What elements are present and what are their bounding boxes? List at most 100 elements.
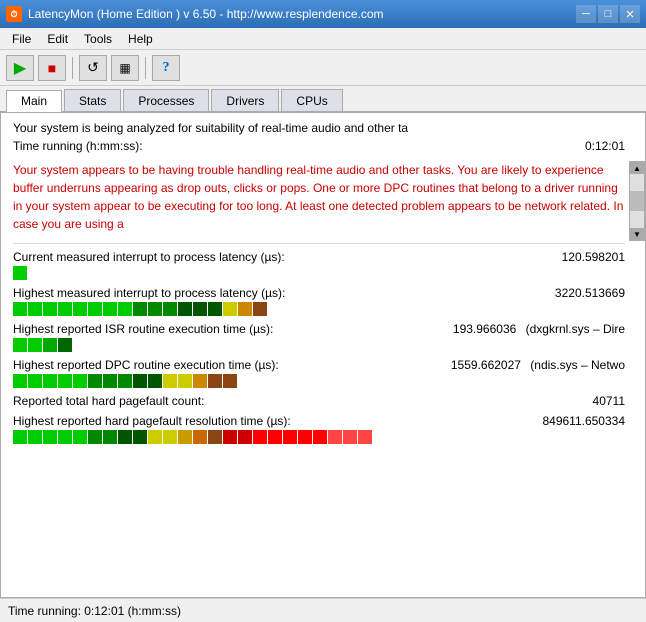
stop-button[interactable]: ■ xyxy=(38,55,66,81)
bar-seg xyxy=(148,302,162,316)
bar-seg xyxy=(193,374,207,388)
bar-seg xyxy=(238,430,252,444)
bar-seg xyxy=(13,430,27,444)
bar-seg xyxy=(118,302,132,316)
bar-seg xyxy=(283,430,297,444)
bar-seg xyxy=(163,374,177,388)
toolbar: ▶ ■ ↺ ▦ ? xyxy=(0,50,646,86)
bar-seg xyxy=(13,338,27,352)
metric-4-extra: (ndis.sys – Netwo xyxy=(527,358,625,372)
scrollbar[interactable]: ▲ ▼ xyxy=(629,161,645,241)
title-bar-controls: ─ □ ✕ xyxy=(576,5,640,23)
minimize-button[interactable]: ─ xyxy=(576,5,596,23)
metric-6-bar xyxy=(13,430,625,444)
bar-seg xyxy=(118,374,132,388)
tab-bar: Main Stats Processes Drivers CPUs xyxy=(0,86,646,112)
tab-drivers[interactable]: Drivers xyxy=(211,89,279,111)
metric-5-value: 40711 xyxy=(593,394,625,408)
menu-help[interactable]: Help xyxy=(120,30,161,47)
metric-5-label: Reported total hard pagefault count: xyxy=(13,394,583,408)
bar-seg xyxy=(58,430,72,444)
bar-seg xyxy=(313,430,327,444)
bar-seg xyxy=(28,338,42,352)
bar-seg xyxy=(118,430,132,444)
bar-seg xyxy=(133,374,147,388)
bar-seg xyxy=(358,430,372,444)
bar-seg xyxy=(148,430,162,444)
bar-seg xyxy=(43,302,57,316)
metric-2-value: 3220.513669 xyxy=(555,286,625,300)
bar-seg xyxy=(88,302,102,316)
metric-1-value: 120.598201 xyxy=(562,250,625,264)
bar-seg xyxy=(133,302,147,316)
bar-seg xyxy=(328,430,342,444)
bar-seg xyxy=(193,430,207,444)
menu-tools[interactable]: Tools xyxy=(76,30,120,47)
bar-seg xyxy=(58,374,72,388)
metric-4-label: Highest reported DPC routine execution t… xyxy=(13,358,441,372)
bar-seg xyxy=(73,430,87,444)
tab-stats[interactable]: Stats xyxy=(64,89,121,111)
metric-pagefault-time: Highest reported hard pagefault resoluti… xyxy=(13,414,625,444)
tab-processes[interactable]: Processes xyxy=(123,89,209,111)
bar-seg xyxy=(43,338,57,352)
bar-seg xyxy=(43,374,57,388)
title-bar-left: ⏱ LatencyMon (Home Edition ) v 6.50 - ht… xyxy=(6,6,384,22)
bar-seg xyxy=(133,430,147,444)
metric-isr: Highest reported ISR routine execution t… xyxy=(13,322,625,352)
metric-3-extra: (dxgkrnl.sys – Dire xyxy=(522,322,625,336)
bar-seg xyxy=(208,374,222,388)
bar-seg xyxy=(43,430,57,444)
title-bar: ⏱ LatencyMon (Home Edition ) v 6.50 - ht… xyxy=(0,0,646,28)
status-bar: Time running: 0:12:01 (h:mm:ss) xyxy=(0,598,646,622)
tab-cpus[interactable]: CPUs xyxy=(281,89,342,111)
metric-dpc: Highest reported DPC routine execution t… xyxy=(13,358,625,388)
bar-seg xyxy=(88,374,102,388)
bar-seg xyxy=(88,430,102,444)
status-bar-text: Time running: 0:12:01 (h:mm:ss) xyxy=(8,604,181,618)
bar-seg xyxy=(298,430,312,444)
refresh-button[interactable]: ↺ xyxy=(79,55,107,81)
metric-4-value: 1559.662027 xyxy=(451,358,521,372)
bar-seg xyxy=(208,430,222,444)
bar-seg xyxy=(13,374,27,388)
bar-seg xyxy=(223,302,237,316)
toolbar-separator-1 xyxy=(72,57,73,79)
play-button[interactable]: ▶ xyxy=(6,55,34,81)
bar-seg xyxy=(178,430,192,444)
menu-file[interactable]: File xyxy=(4,30,39,47)
main-content: Your system is being analyzed for suitab… xyxy=(0,112,646,598)
bar-seg xyxy=(103,374,117,388)
menu-bar: File Edit Tools Help xyxy=(0,28,646,50)
app-icon: ⏱ xyxy=(6,6,22,22)
bar-seg xyxy=(193,302,207,316)
time-label: Time running (h:mm:ss): xyxy=(13,139,143,153)
metric-4-bar xyxy=(13,374,625,388)
maximize-button[interactable]: □ xyxy=(598,5,618,23)
bar-seg xyxy=(58,338,72,352)
bar-seg xyxy=(73,302,87,316)
bar-seg xyxy=(163,430,177,444)
close-button[interactable]: ✕ xyxy=(620,5,640,23)
metric-highest-interrupt: Highest measured interrupt to process la… xyxy=(13,286,625,316)
metrics-section: Current measured interrupt to process la… xyxy=(13,243,625,444)
bar-seg xyxy=(223,374,237,388)
metric-1-bar xyxy=(13,266,625,280)
bar-seg xyxy=(148,374,162,388)
metric-pagefault-count: Reported total hard pagefault count: 407… xyxy=(13,394,625,408)
metric-2-label: Highest measured interrupt to process la… xyxy=(13,286,545,300)
bar-seg xyxy=(208,302,222,316)
tab-main[interactable]: Main xyxy=(6,90,62,112)
menu-edit[interactable]: Edit xyxy=(39,30,76,47)
metric-6-value: 849611.650334 xyxy=(542,414,625,428)
help-button[interactable]: ? xyxy=(152,55,180,81)
warning-text: Your system appears to be having trouble… xyxy=(13,161,625,233)
view-button[interactable]: ▦ xyxy=(111,55,139,81)
toolbar-separator-2 xyxy=(145,57,146,79)
bar-seg xyxy=(163,302,177,316)
metric-2-bar xyxy=(13,302,625,316)
bar-seg xyxy=(28,430,42,444)
metric-6-label: Highest reported hard pagefault resoluti… xyxy=(13,414,532,428)
bar-segment-green xyxy=(13,266,27,280)
bar-seg xyxy=(73,374,87,388)
